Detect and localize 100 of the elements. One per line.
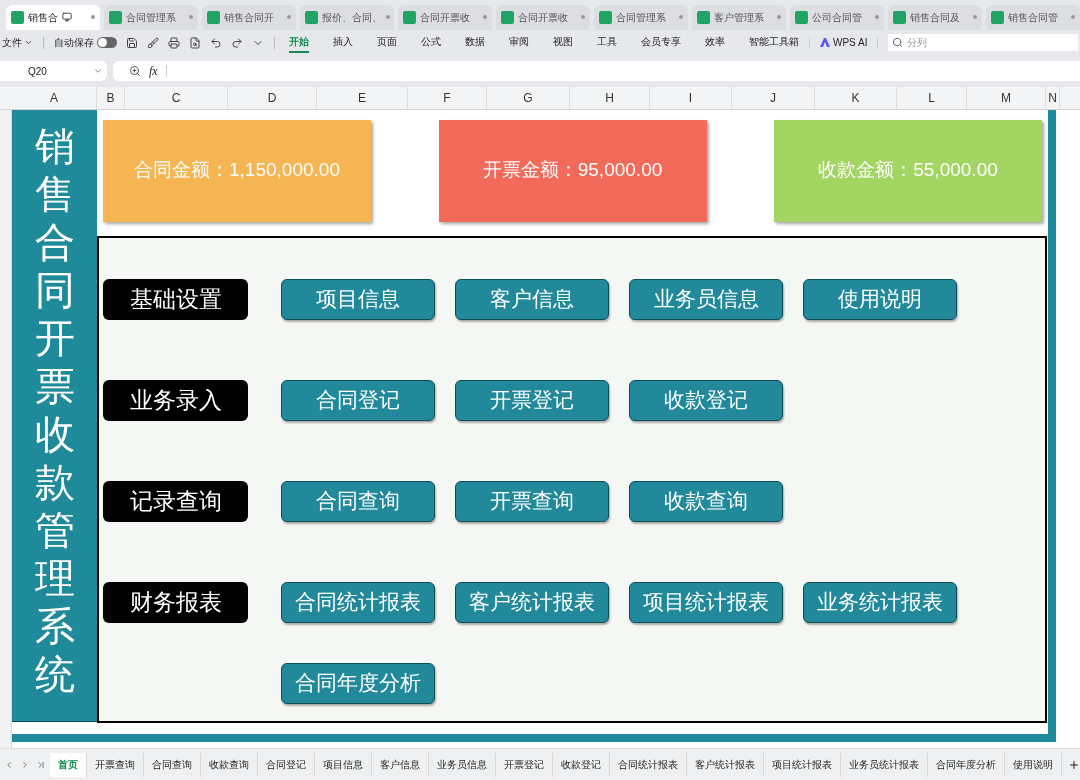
- nav-button[interactable]: 项目信息: [281, 278, 435, 320]
- column-header[interactable]: D: [228, 86, 317, 109]
- sheet-tab[interactable]: 项目统计报表: [764, 752, 841, 777]
- column-header[interactable]: G: [487, 86, 570, 109]
- file-tab[interactable]: 销售合同开: [202, 4, 296, 30]
- function-button[interactable]: fx: [149, 62, 158, 81]
- ribbon-tab[interactable]: 开始: [289, 32, 309, 54]
- file-tab[interactable]: 销售合: [6, 4, 100, 30]
- sheet-tab[interactable]: 收款查询: [201, 752, 258, 777]
- print-preview-icon[interactable]: [189, 36, 201, 49]
- sheet-tab[interactable]: 合同登记: [258, 752, 315, 777]
- printer-icon[interactable]: [168, 36, 180, 49]
- nav-button[interactable]: 使用说明: [803, 278, 957, 320]
- column-header[interactable]: L: [897, 86, 967, 109]
- sheet-tab[interactable]: 合同查询: [144, 752, 201, 777]
- sheet-file-icon: [305, 10, 318, 24]
- sheet-file-icon: [207, 10, 220, 24]
- autosave-toggle[interactable]: [97, 37, 117, 49]
- ai-logo-icon: [820, 38, 830, 48]
- sheet-file-icon: [109, 10, 122, 24]
- file-menu[interactable]: 文件: [2, 35, 33, 51]
- sheet-tab[interactable]: 开票查询: [87, 752, 144, 777]
- sheet-file-icon: [11, 10, 24, 24]
- sheet-tab[interactable]: 合同统计报表: [610, 752, 687, 777]
- column-header[interactable]: I: [650, 86, 732, 109]
- sheet-tab[interactable]: 开票登记: [496, 752, 553, 777]
- sheet-tab[interactable]: 客户信息: [372, 752, 429, 777]
- search-icon: [892, 37, 904, 49]
- nav-button[interactable]: 开票登记: [455, 379, 609, 421]
- nav-button[interactable]: 收款登记: [629, 379, 783, 421]
- ribbon-tab[interactable]: 页面: [377, 32, 397, 54]
- sheet-tab[interactable]: 业务员信息: [429, 752, 496, 777]
- file-tab[interactable]: 合同开票收: [398, 4, 492, 30]
- name-box[interactable]: Q20: [0, 61, 107, 82]
- zoom-icon[interactable]: [129, 65, 141, 78]
- sheet-file-icon: [991, 10, 1004, 24]
- file-tab[interactable]: 销售合同及: [888, 4, 982, 30]
- ribbon-tab[interactable]: 工具: [597, 32, 617, 54]
- nav-button[interactable]: 业务员信息: [629, 278, 783, 320]
- ribbon-tab[interactable]: 插入: [333, 32, 353, 54]
- brush-icon[interactable]: [147, 36, 159, 49]
- nav-button[interactable]: 合同查询: [281, 480, 435, 522]
- column-header[interactable]: N: [1046, 86, 1060, 109]
- column-header[interactable]: B: [97, 86, 125, 109]
- search-field[interactable]: 分列: [888, 34, 1078, 52]
- column-header[interactable]: H: [570, 86, 650, 109]
- nav-button[interactable]: 合同统计报表: [281, 581, 435, 623]
- sheet-tab[interactable]: 首页: [50, 752, 87, 777]
- sheet-tab[interactable]: 合同年度分析: [928, 752, 1005, 777]
- redo-icon[interactable]: [231, 36, 243, 49]
- column-header[interactable]: F: [408, 86, 487, 109]
- ribbon-tab[interactable]: 会员专享: [641, 32, 681, 54]
- column-header[interactable]: C: [125, 86, 228, 109]
- section-label: 财务报表: [103, 581, 248, 623]
- sheet-tab[interactable]: 使用说明: [1005, 752, 1062, 777]
- column-header[interactable]: J: [732, 86, 815, 109]
- file-tab[interactable]: 销售合同管: [986, 4, 1080, 30]
- file-tab[interactable]: 报价、合同、: [300, 4, 394, 30]
- sheet-tab[interactable]: 项目信息: [315, 752, 372, 777]
- column-header[interactable]: K: [815, 86, 897, 109]
- nav-button[interactable]: 收款查询: [629, 480, 783, 522]
- title-panel: 销售合同开票收款管理系统: [12, 109, 97, 722]
- sheet-tab[interactable]: 收款登记: [553, 752, 610, 777]
- section-label: 基础设置: [103, 278, 248, 320]
- file-tab[interactable]: 合同开票收: [496, 4, 590, 30]
- nav-button[interactable]: 业务统计报表: [803, 581, 957, 623]
- save-icon[interactable]: [126, 36, 138, 49]
- sheet-file-icon: [697, 10, 710, 24]
- monitor-icon: [62, 12, 72, 23]
- ribbon-tab[interactable]: 公式: [421, 32, 441, 54]
- file-tab[interactable]: 合同管理系: [594, 4, 688, 30]
- file-tab[interactable]: 客户管理系: [692, 4, 786, 30]
- add-sheet-icon[interactable]: [1068, 758, 1080, 771]
- section-label: 记录查询: [103, 480, 248, 522]
- summary-card: 收款金额：55,000.00: [774, 119, 1042, 222]
- ribbon-tab[interactable]: 智能工具箱: [749, 32, 799, 54]
- autosave-label: 自动保存: [54, 36, 94, 51]
- ribbon-tab[interactable]: 视图: [553, 32, 573, 54]
- sheet-tab[interactable]: 业务员统计报表: [841, 752, 928, 777]
- nav-button[interactable]: 开票查询: [455, 480, 609, 522]
- undo-icon[interactable]: [210, 36, 222, 49]
- nav-button[interactable]: 合同登记: [281, 379, 435, 421]
- file-tab[interactable]: 合同管理系: [104, 4, 198, 30]
- column-header[interactable]: M: [967, 86, 1046, 109]
- column-header[interactable]: A: [12, 86, 97, 109]
- sheet-tab[interactable]: 客户统计报表: [687, 752, 764, 777]
- ribbon-tab[interactable]: 数据: [465, 32, 485, 54]
- wps-ai-button[interactable]: WPS AI: [820, 35, 868, 51]
- summary-card: 开票金额：95,000.00: [438, 119, 707, 222]
- file-tab[interactable]: 公司合同管: [790, 4, 884, 30]
- nav-button[interactable]: 客户统计报表: [455, 581, 609, 623]
- nav-button[interactable]: 项目统计报表: [629, 581, 783, 623]
- nav-button[interactable]: 客户信息: [455, 278, 609, 320]
- ribbon-tab[interactable]: 效率: [705, 32, 725, 54]
- summary-card: 合同金额：1,150,000.00: [103, 119, 371, 222]
- section-label: 业务录入: [103, 379, 248, 421]
- ribbon-tab[interactable]: 审阅: [509, 32, 529, 54]
- nav-button[interactable]: 合同年度分析: [281, 662, 435, 704]
- sheet-file-icon: [501, 10, 514, 24]
- column-header[interactable]: E: [317, 86, 408, 109]
